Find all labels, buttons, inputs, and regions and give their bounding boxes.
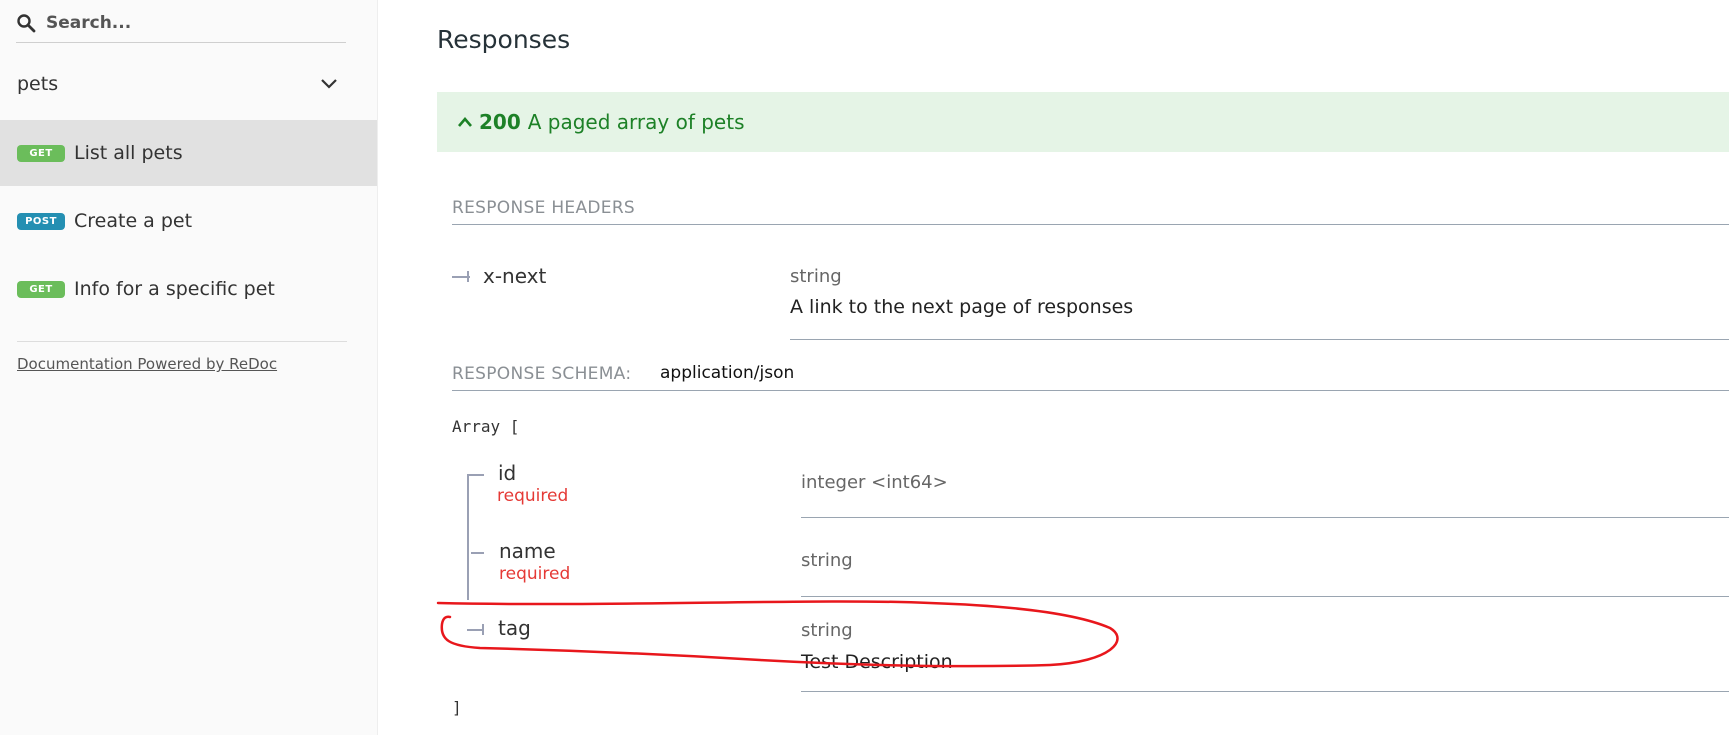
menu-item-create-a-pet[interactable]: POST Create a pet [0,188,377,254]
response-headers-label: RESPONSE HEADERS [452,198,636,218]
search-icon [17,14,36,33]
property-description: Test Description [801,651,953,673]
method-badge: POST [17,212,65,230]
tree-connector [467,271,469,282]
menu-group-label: pets [17,73,59,95]
tree-connector [467,474,484,476]
property-name: id [498,461,517,485]
response-schema-label: RESPONSE SCHEMA: [452,364,632,384]
menu-item-label: List all pets [74,142,183,164]
property-type: string [801,550,853,571]
sidebar: pets GET List all pets POST Create a pet… [0,0,378,735]
menu-item-label: Create a pet [74,210,193,232]
sidebar-divider [17,341,347,342]
tree-connector [471,552,484,554]
array-close-bracket: ] [452,698,462,717]
section-divider [452,390,1729,391]
header-type: string [790,266,842,287]
response-code: 200 [479,110,521,134]
menu-item-label: Info for a specific pet [74,278,275,300]
row-divider [790,339,1729,340]
tree-connector [482,624,484,635]
page-title: Responses [437,25,571,54]
property-type: string [801,620,853,641]
required-label: required [499,564,571,584]
row-divider [801,596,1729,597]
property-name: tag [498,616,531,640]
section-divider [452,224,1729,225]
powered-by-redoc-link[interactable]: Documentation Powered by ReDoc [17,355,277,373]
property-type: integer <int64> [801,472,948,493]
menu-group-pets[interactable]: pets [17,66,347,102]
row-divider [801,691,1729,692]
header-description: A link to the next page of responses [790,296,1134,318]
header-name: x-next [483,264,547,288]
response-200-toggle[interactable]: 200 A paged array of pets [437,92,1729,152]
row-divider [801,517,1729,518]
method-badge: GET [17,144,65,162]
menu-item-info-for-a-specific-pet[interactable]: GET Info for a specific pet [0,256,377,322]
property-name: name [499,539,556,563]
content-type: application/json [660,363,795,383]
response-description: A paged array of pets [527,110,745,134]
array-open-bracket: Array [ [452,417,520,436]
chevron-down-icon [321,79,337,89]
menu-item-list-all-pets[interactable]: GET List all pets [0,120,377,186]
method-badge: GET [17,280,65,298]
search-box [16,6,346,43]
tree-connector [467,474,469,600]
search-input[interactable] [46,10,336,36]
chevron-up-icon [458,117,472,127]
required-label: required [497,486,569,506]
